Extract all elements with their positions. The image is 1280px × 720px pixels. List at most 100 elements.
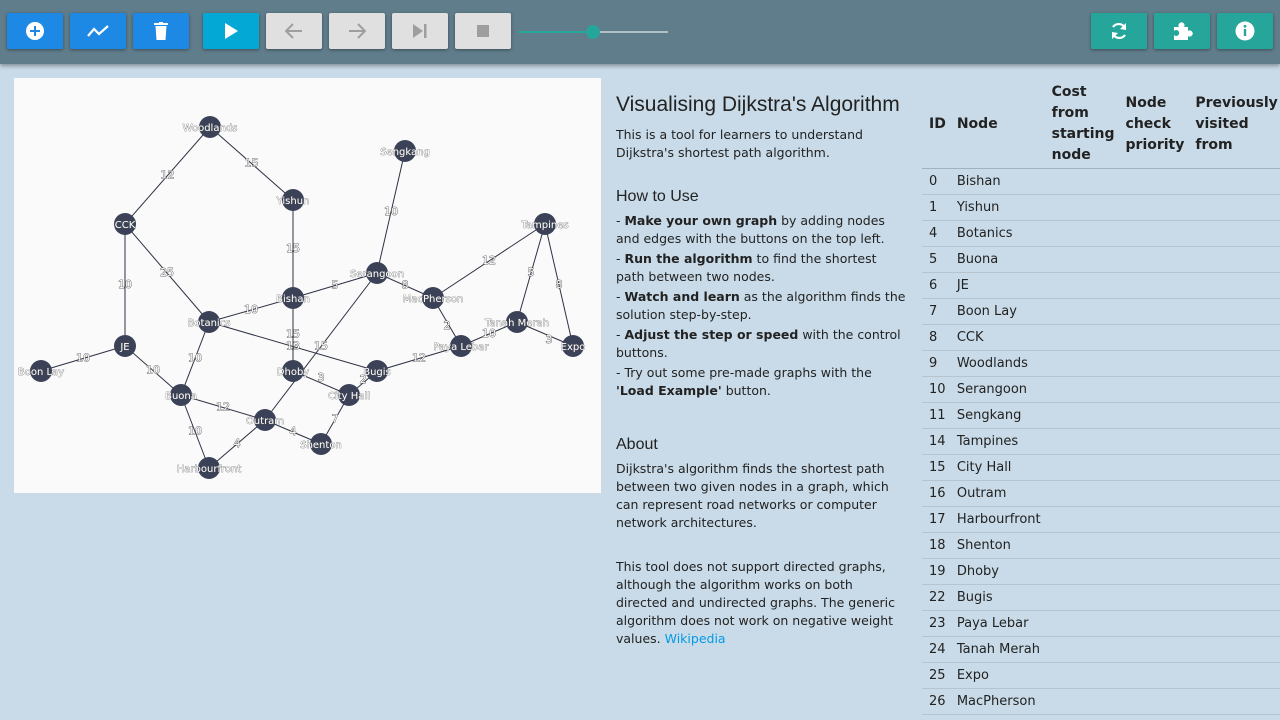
edge-weight-label: 4 [290,425,297,438]
graph-node-label: MacPherson [403,294,464,305]
cell-cost [1044,324,1119,351]
graph-svg[interactable]: 121515101025101010101351581512258310123 2… [14,78,601,493]
puzzle-icon [1174,22,1193,40]
graph-node[interactable]: Tampines [520,213,569,235]
edge-weight-label: 3 [318,371,325,384]
info-button[interactable] [1217,13,1273,49]
edge-weight-label: 10 [76,352,90,365]
cell-priority [1118,350,1189,377]
graph-node[interactable]: Sengkang [380,140,430,162]
cell-node: Woodlands [949,350,1045,377]
edge-weight-label: 15 [245,157,259,170]
reset-button[interactable] [1091,13,1147,49]
table-row: 22 Bugis [922,584,1280,611]
table-row: 8 CCK [922,324,1280,351]
cell-node: Sengkang [949,402,1045,429]
cell-priority [1118,610,1189,637]
cell-previous [1188,194,1280,221]
cell-priority [1118,376,1189,403]
graph-node[interactable]: MacPherson [402,287,464,309]
table-row: 1 Yishun [922,194,1280,221]
cell-id: 16 [922,480,950,507]
add-edge-button[interactable] [70,13,126,49]
table-row: 18 Shenton [922,532,1280,559]
table-row: 4 Botanics [922,220,1280,247]
add-node-button[interactable] [7,13,63,49]
graph-node[interactable]: Dhoby [276,360,310,382]
cell-id: 24 [922,636,950,663]
edge-weight-label: 15 [286,328,300,341]
graph-node-label: Shenton [300,440,342,451]
graph-node[interactable]: CCK [114,213,136,235]
step-forward-button[interactable] [329,13,385,49]
how-to-item: - Try out some pre-made graphs with the … [616,365,872,398]
graph-node[interactable]: Shenton [300,433,342,455]
edge-weight-label: 8 [556,278,563,291]
load-example-button[interactable] [1154,13,1210,49]
cell-cost [1044,350,1119,377]
trash-icon [154,22,168,40]
cell-node: Serangoon [949,376,1045,403]
table-header-row: ID Node Cost from starting node Node che… [922,80,1280,169]
cell-previous [1188,220,1280,247]
col-id: ID [922,80,950,169]
graph-node[interactable]: Buona [165,384,197,406]
how-to-item: - Watch and learn as the algorithm finds… [616,289,906,322]
cell-cost [1044,402,1119,429]
skip-to-end-button[interactable] [392,13,448,49]
table-row: 15 City Hall [922,454,1280,481]
toolbar [0,0,1280,64]
edge-weight-label: 5 [332,279,339,292]
how-to-heading: How to Use [616,188,699,205]
graph-node[interactable]: Harbourfront [176,457,242,479]
graph-node[interactable]: Expo [560,335,586,357]
step-back-button[interactable] [266,13,322,49]
cell-previous [1188,402,1280,429]
table-row: 26 MacPherson [922,688,1280,715]
graph-node[interactable]: Yishun [275,189,310,211]
graph-node-label: Sengkang [380,147,430,158]
edge-weight-label: 12 [482,254,496,267]
graph-node-label: Bugis [363,367,391,378]
graph-node[interactable]: Botanics [187,311,231,333]
how-to-item: - Adjust the step or speed with the cont… [616,327,901,360]
graph-node[interactable]: Woodlands [182,116,238,138]
cell-cost [1044,584,1119,611]
col-previous: Previously visited from [1188,80,1280,169]
cell-id: 23 [922,610,950,637]
cell-id: 15 [922,454,950,481]
cell-priority [1118,298,1189,325]
cell-node: Bugis [949,584,1045,611]
cell-previous [1188,558,1280,585]
delete-button[interactable] [133,13,189,49]
run-button[interactable] [203,13,259,49]
arrow-right-icon [349,23,366,39]
wikipedia-link[interactable]: Wikipedia [665,631,726,646]
graph-canvas[interactable]: 12 15 15 10 10 25 10 10 10 10 13 5 15 8 15 12 2 5 8 3 10 12 3 2… [14,78,601,493]
graph-node[interactable]: Outram [246,409,284,431]
graph-node[interactable]: City Hall [328,384,370,406]
cell-priority [1118,428,1189,455]
speed-slider[interactable] [518,25,668,39]
cell-id: 0 [922,168,950,195]
about-heading: About [616,436,658,453]
cell-node: MacPherson [949,688,1045,715]
cell-cost [1044,558,1119,585]
graph-node[interactable]: JE [114,335,136,357]
stop-icon [477,25,489,37]
graph-node-label: Harbourfront [177,464,242,475]
graph-node[interactable]: Boon Lay [18,360,64,382]
cell-id: 10 [922,376,950,403]
cell-priority [1118,480,1189,507]
cell-cost [1044,376,1119,403]
speed-slider-fill [518,31,593,33]
stop-button[interactable] [455,13,511,49]
cell-node: Shenton [949,532,1045,559]
graph-node-label: JE [119,342,129,353]
graph-node[interactable]: Serangoon [350,262,404,284]
graph-node[interactable]: Bishan [276,287,310,309]
edge-weight-label: 8 [402,279,409,292]
cell-priority [1118,688,1189,715]
speed-slider-thumb[interactable] [586,25,600,39]
graph-node-label: Boon Lay [18,367,64,378]
